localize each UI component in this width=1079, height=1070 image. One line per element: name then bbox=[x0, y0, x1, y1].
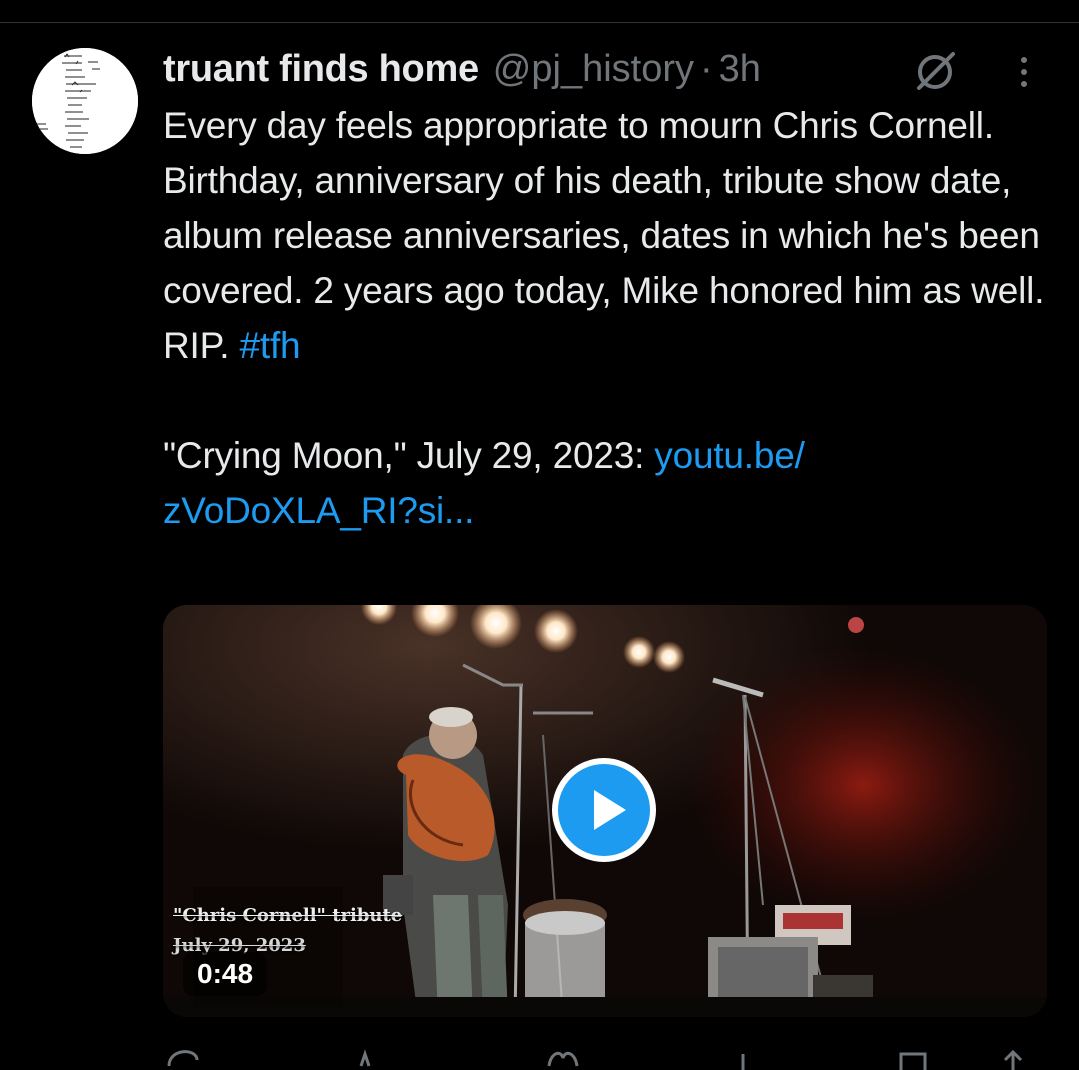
reply-icon[interactable] bbox=[163, 1040, 203, 1070]
grok-icon[interactable] bbox=[913, 48, 961, 92]
play-button[interactable] bbox=[552, 758, 656, 862]
more-vertical-icon[interactable] bbox=[1004, 52, 1044, 92]
tweet-paragraph-1: Every day feels appropriate to mourn Chr… bbox=[163, 98, 1063, 373]
share-icon[interactable] bbox=[993, 1040, 1033, 1070]
tweet-link-intro: "Crying Moon," July 29, 2023: bbox=[163, 435, 645, 476]
handwritten-setlist-avatar-icon bbox=[32, 48, 138, 154]
tweet-header: truant finds home @pj_history · 3h bbox=[163, 44, 761, 94]
tweet-paragraph-2: "Crying Moon," July 29, 2023: youtu.be/ … bbox=[163, 428, 1063, 538]
tweet-actions bbox=[163, 1040, 1043, 1070]
separator-dot: · bbox=[700, 47, 713, 90]
like-icon[interactable] bbox=[543, 1040, 583, 1070]
video-player[interactable]: "Chris Cornell" tribute July 29, 2023 0:… bbox=[163, 605, 1047, 1017]
avatar[interactable] bbox=[32, 48, 138, 154]
timestamp[interactable]: 3h bbox=[719, 48, 761, 91]
views-icon[interactable] bbox=[723, 1040, 763, 1070]
bookmark-icon[interactable] bbox=[893, 1040, 933, 1070]
hashtag-link[interactable]: #tfh bbox=[239, 325, 300, 366]
repost-icon[interactable] bbox=[353, 1040, 393, 1070]
video-duration-badge: 0:48 bbox=[183, 952, 268, 996]
top-divider bbox=[0, 22, 1079, 23]
caption-title: "Chris Cornell" tribute bbox=[173, 905, 403, 926]
play-icon bbox=[558, 764, 650, 856]
user-handle[interactable]: @pj_history bbox=[493, 48, 694, 91]
tweet-text: Every day feels appropriate to mourn Chr… bbox=[163, 98, 1063, 538]
display-name[interactable]: truant finds home bbox=[163, 48, 479, 91]
